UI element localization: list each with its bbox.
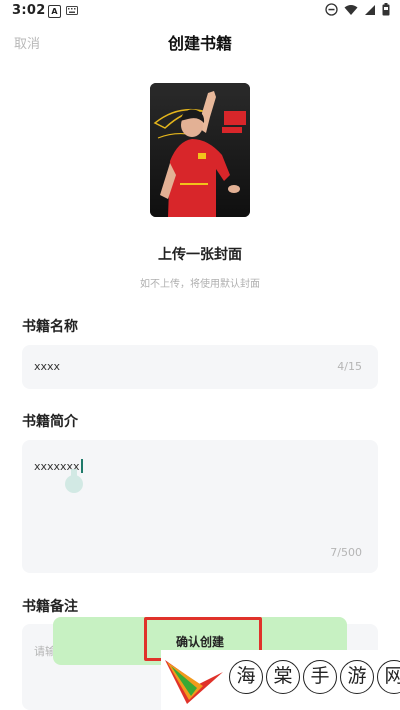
dnd-icon <box>325 3 338 16</box>
watermark-char: 海 <box>229 660 263 694</box>
battery-icon <box>382 3 390 16</box>
watermark-logo-icon <box>165 660 223 704</box>
page-title: 创建书籍 <box>167 34 232 53</box>
book-intro-field[interactable]: xxxxxxx 7/500 <box>22 440 378 573</box>
text-selection-handle[interactable] <box>65 469 83 493</box>
watermark-char: 棠 <box>266 660 300 694</box>
status-bar: 3:02 A <box>0 0 400 24</box>
book-name-value: xxxx <box>34 360 61 373</box>
status-time: 3:02 <box>12 3 46 18</box>
notification-icon: A <box>48 5 61 18</box>
wifi-icon <box>344 4 358 15</box>
watermark-char: 网 <box>377 660 400 694</box>
book-intro-label: 书籍简介 <box>22 414 78 430</box>
nav-bar: 取消 创建书籍 <box>0 26 400 58</box>
book-note-label: 书籍备注 <box>22 599 78 615</box>
signal-icon <box>365 4 375 15</box>
confirm-create-label: 确认创建 <box>175 635 224 649</box>
book-intro-count: 7/500 <box>330 546 362 559</box>
watermark: 海 棠 手 游 网 <box>161 650 400 710</box>
cover-photo <box>150 83 250 217</box>
book-name-field[interactable]: xxxx 4/15 <box>22 345 378 389</box>
upload-cover-title[interactable]: 上传一张封面 <box>0 244 400 264</box>
text-cursor <box>80 459 83 473</box>
watermark-text: 海 棠 手 游 网 <box>229 660 400 694</box>
book-name-label: 书籍名称 <box>22 319 78 335</box>
watermark-char: 游 <box>340 660 374 694</box>
book-name-count: 4/15 <box>337 360 362 373</box>
upload-cover-hint: 如不上传，将使用默认封面 <box>140 279 260 290</box>
watermark-char: 手 <box>303 660 337 694</box>
cover-image[interactable] <box>150 83 250 217</box>
keyboard-icon <box>66 6 78 15</box>
